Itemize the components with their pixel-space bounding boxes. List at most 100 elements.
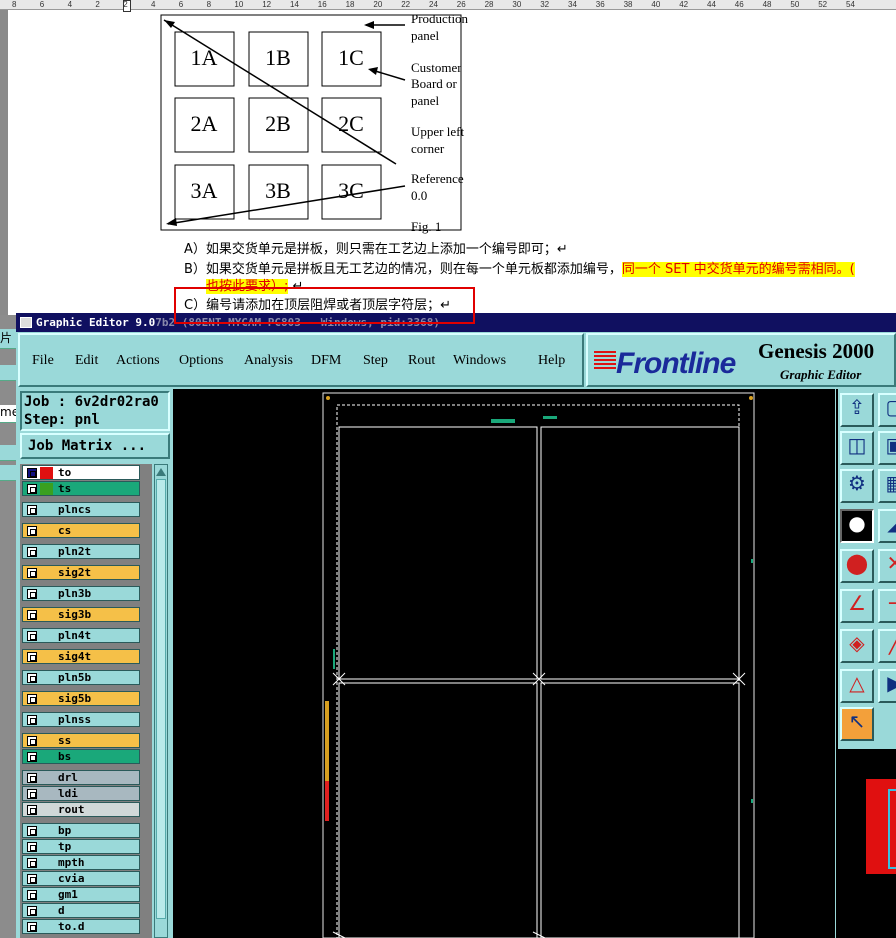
layer-row-pln4t[interactable]: pln4t: [22, 628, 140, 643]
layer-row-pln5b[interactable]: pln5b: [22, 670, 140, 685]
ruler-tick-label: 22: [401, 0, 411, 9]
menu-step[interactable]: Step: [363, 353, 388, 369]
layer-checkbox[interactable]: [27, 858, 37, 868]
toggle-icon[interactable]: ▣: [878, 431, 896, 465]
menu-windows[interactable]: Windows: [453, 353, 506, 369]
layer-row-pln3b[interactable]: pln3b: [22, 586, 140, 601]
layer-checkbox[interactable]: [27, 631, 37, 641]
mini-preview[interactable]: [838, 749, 896, 938]
document-ruler[interactable]: 8 6 4 2 2 4 6 8 10 12 14 16 18 20 22 24 26 28 30 32 34 36 38 40…: [0, 0, 896, 12]
window-icon[interactable]: [20, 317, 32, 328]
layer-row-ss[interactable]: ss: [22, 733, 140, 748]
layer-row-sig2t[interactable]: sig2t: [22, 565, 140, 580]
menu-rout[interactable]: Rout: [408, 353, 435, 369]
board-1[interactable]: [338, 426, 538, 680]
open-job-icon[interactable]: ⇪: [840, 393, 874, 427]
layer-checkbox[interactable]: [27, 842, 37, 852]
menu-edit[interactable]: Edit: [75, 353, 98, 369]
pan-icon[interactable]: ◢: [878, 509, 896, 543]
layer-row-rout[interactable]: rout: [22, 802, 140, 817]
layer-row-mpth[interactable]: mpth: [22, 855, 140, 870]
board-3[interactable]: [338, 682, 538, 938]
ruler-tick-label: 26: [456, 0, 466, 9]
layer-row-d[interactable]: d: [22, 903, 140, 918]
layer-checkbox[interactable]: [27, 505, 37, 515]
layer-checkbox[interactable]: [27, 736, 37, 746]
layer-color-swatch[interactable]: [40, 467, 53, 479]
layer-checkbox[interactable]: [27, 526, 37, 536]
snap-icon[interactable]: ●: [840, 509, 874, 543]
layer-row-cs[interactable]: cs: [22, 523, 140, 538]
grid-icon[interactable]: ▦: [878, 469, 896, 503]
fig-cell-label: 3B: [265, 178, 291, 203]
layer-checkbox[interactable]: [27, 874, 37, 884]
ruler-tick-label: 44: [707, 0, 716, 9]
layer-row-bs[interactable]: bs: [22, 749, 140, 764]
board-2[interactable]: [540, 426, 740, 680]
menu-dfm[interactable]: DFM: [311, 353, 341, 369]
layer-checkbox[interactable]: [27, 906, 37, 916]
layer-checkbox[interactable]: [27, 568, 37, 578]
layer-checkbox[interactable]: [27, 673, 37, 683]
layer-row-plnss[interactable]: plnss: [22, 712, 140, 727]
layer-row-to[interactable]: to: [22, 465, 140, 480]
pick-icon[interactable]: △: [840, 669, 874, 703]
layer-checkbox[interactable]: [27, 652, 37, 662]
layer-checkbox[interactable]: [27, 715, 37, 725]
layer-checkbox[interactable]: [27, 805, 37, 815]
layer-scrollbar[interactable]: [154, 464, 168, 938]
graphic-canvas[interactable]: [173, 389, 835, 938]
layer-checkbox[interactable]: [27, 610, 37, 620]
zoom-home-icon[interactable]: ▢: [878, 393, 896, 427]
layer-name: to: [58, 466, 72, 479]
menu-options[interactable]: Options: [179, 353, 223, 369]
layer-row-pln2t[interactable]: pln2t: [22, 544, 140, 559]
layer-row-ldi[interactable]: ldi: [22, 786, 140, 801]
layer-checkbox[interactable]: [27, 547, 37, 557]
job-matrix-button[interactable]: Job Matrix ...: [20, 433, 170, 459]
layer-row-sig4t[interactable]: sig4t: [22, 649, 140, 664]
play-icon[interactable]: ↖: [840, 707, 874, 741]
layer-checkbox[interactable]: [27, 890, 37, 900]
menu-help[interactable]: Help: [538, 353, 565, 369]
layer-row-tp[interactable]: tp: [22, 839, 140, 854]
layer-checkbox[interactable]: [27, 468, 37, 478]
layer-color-swatch[interactable]: [40, 483, 53, 495]
panel-figure: 1A 1B 1C 2A 2B 2C 3A 3B 3C Production panel Cust…: [160, 14, 469, 234]
layer-row-ts[interactable]: ts: [22, 481, 140, 496]
scroll-thumb[interactable]: [156, 479, 166, 919]
arrow-head-production: [364, 21, 374, 29]
layer-checkbox[interactable]: [27, 922, 37, 932]
layer-row-to-d[interactable]: to.d: [22, 919, 140, 934]
move-icon[interactable]: ◫: [840, 431, 874, 465]
fig-cell-label: 2B: [265, 111, 291, 136]
layer-row-gm1[interactable]: gm1: [22, 887, 140, 902]
feature-icon[interactable]: ╱: [878, 629, 896, 663]
layer-row-plncs[interactable]: plncs: [22, 502, 140, 517]
layer-checkbox[interactable]: [27, 694, 37, 704]
measure-icon[interactable]: ∠: [840, 589, 874, 623]
layer-row-sig3b[interactable]: sig3b: [22, 607, 140, 622]
layer-checkbox[interactable]: [27, 789, 37, 799]
layer-checkbox[interactable]: [27, 826, 37, 836]
scroll-up-icon[interactable]: [156, 466, 166, 476]
layer-checkbox[interactable]: [27, 484, 37, 494]
menu-analysis[interactable]: Analysis: [244, 353, 293, 369]
tools-icon[interactable]: ⚙: [840, 469, 874, 503]
layer-row-cvia[interactable]: cvia: [22, 871, 140, 886]
menu-bar: File Edit Actions Options Analysis DFM Step Rou…: [18, 333, 584, 387]
menu-file[interactable]: File: [32, 353, 54, 369]
transform-icon[interactable]: ◈: [840, 629, 874, 663]
layer-row-bp[interactable]: bp: [22, 823, 140, 838]
layer-checkbox[interactable]: [27, 752, 37, 762]
layer-row-sig5b[interactable]: sig5b: [22, 691, 140, 706]
board-4[interactable]: [540, 682, 740, 938]
select-icon[interactable]: ⬤: [840, 549, 874, 583]
layer-row-drl[interactable]: drl: [22, 770, 140, 785]
layer-checkbox[interactable]: [27, 773, 37, 783]
pointer-icon[interactable]: ▶: [878, 669, 896, 703]
cut-icon[interactable]: ✕: [878, 549, 896, 583]
menu-actions[interactable]: Actions: [116, 353, 160, 369]
layer-checkbox[interactable]: [27, 589, 37, 599]
line-icon[interactable]: ─: [878, 589, 896, 623]
